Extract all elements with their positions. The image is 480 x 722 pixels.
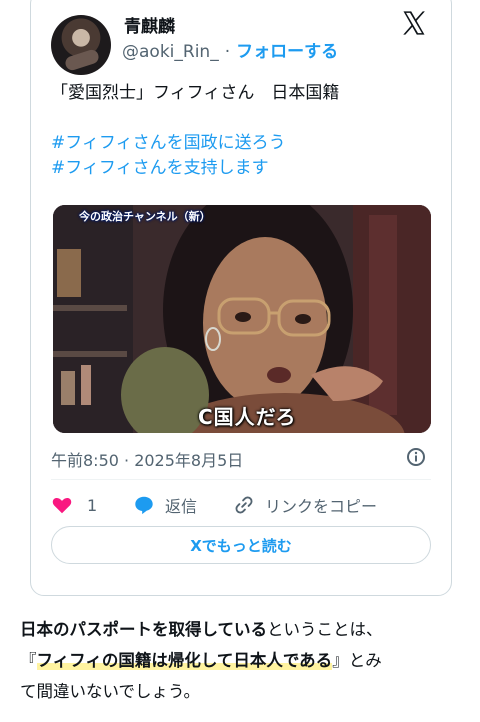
channel-label: 今の政治チャンネル（新）	[79, 210, 211, 223]
separator-dot: ·	[224, 42, 231, 62]
read-more-button[interactable]: Xでもっと読む	[51, 526, 431, 564]
hashtag-link[interactable]: #フィフィさんを支持します	[51, 156, 441, 181]
user-handle[interactable]: @aoki_Rin_	[122, 42, 219, 62]
highlighted-phrase: フィフィの国籍は帰化して日本人である	[36, 651, 333, 670]
article-body: 日本のパスポートを取得しているということは、 『フィフィの国籍は帰化して日本人で…	[20, 614, 470, 707]
reply-label: 返信	[165, 497, 198, 516]
heart-icon	[52, 497, 72, 514]
embedded-tweet-card: 青麒麟 @aoki_Rin_ · フォローする 「愛国烈士」フィフィさん 日本国籍 …	[30, 0, 452, 596]
tweet-media-image[interactable]: 今の政治チャンネル（新） C国人だろ	[53, 205, 431, 433]
follow-button[interactable]: フォローする	[236, 42, 338, 62]
divider	[51, 479, 431, 480]
tweet-timestamp[interactable]: 午前8:50 · 2025年8月5日	[51, 447, 243, 471]
article-text: ということは、	[267, 620, 383, 639]
quote-open: 『	[20, 651, 37, 670]
video-still	[53, 205, 431, 433]
video-subtitle: C国人だろ	[198, 405, 297, 429]
copy-link-label: リンクをコピー	[265, 497, 378, 516]
handle-row: @aoki_Rin_ · フォローする	[122, 37, 338, 62]
tweet-actions: 1 返信 リンクをコピー	[51, 491, 441, 519]
x-logo-icon[interactable]	[400, 9, 428, 37]
article-bold-phrase: 日本のパスポートを取得している	[20, 620, 268, 639]
hashtag-link[interactable]: #フィフィさんを国政に送ろう	[51, 131, 441, 156]
copy-link-button[interactable]: リンクをコピー	[233, 491, 377, 519]
display-name[interactable]: 青麒麟	[124, 12, 175, 37]
avatar[interactable]	[51, 15, 111, 75]
like-button[interactable]: 1	[51, 491, 97, 519]
article-line: 日本のパスポートを取得しているということは、	[20, 614, 470, 645]
link-icon	[235, 496, 253, 514]
tweet-text: 「愛国烈士」フィフィさん 日本国籍 #フィフィさんを国政に送ろう #フィフィさん…	[51, 81, 441, 181]
article-line: 『フィフィの国籍は帰化して日本人である』とみ	[20, 645, 470, 676]
reply-button[interactable]: 返信	[133, 491, 197, 519]
reply-bubble-icon	[135, 496, 153, 515]
info-icon[interactable]	[406, 447, 426, 467]
like-count: 1	[87, 495, 98, 515]
tweet-text-line: 「愛国烈士」フィフィさん 日本国籍	[51, 83, 340, 103]
quote-close: 』とみ	[332, 651, 382, 670]
article-line: て間違いないでしょう。	[20, 682, 201, 701]
